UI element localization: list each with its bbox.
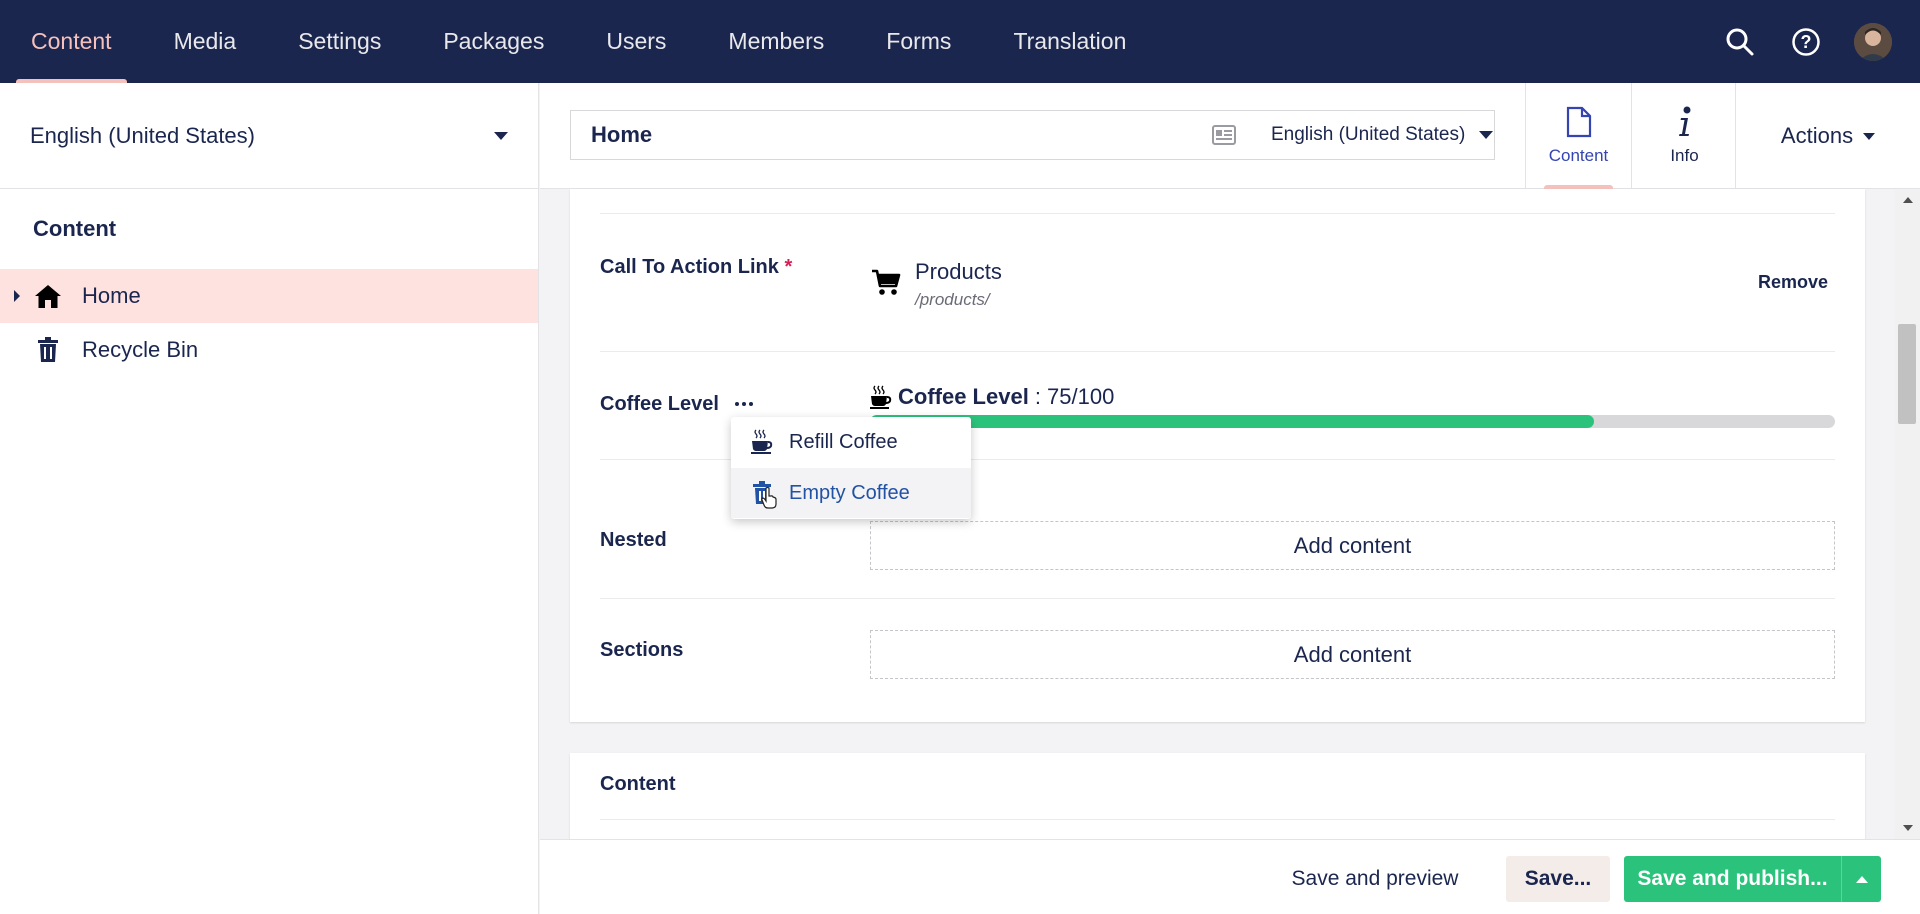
save-and-publish-button[interactable]: Save and publish... [1624, 856, 1841, 902]
nav-translation[interactable]: Translation [982, 0, 1157, 83]
coffee-level-title: Coffee Level [898, 384, 1029, 409]
variant-select[interactable]: English (United States) [1271, 111, 1494, 159]
actions-menu-button[interactable]: Actions [1735, 83, 1920, 189]
cart-icon [871, 269, 901, 302]
tree-item-label: Recycle Bin [82, 337, 199, 362]
coffee-cup-icon [749, 429, 775, 455]
property-label-sections: Sections [600, 639, 684, 661]
content-tree-sidebar: English (United States) Content Home Rec… [0, 83, 539, 914]
hand-cursor-icon [761, 486, 777, 515]
property-label-coffee-level: Coffee Level [600, 393, 719, 415]
chevron-down-icon [1479, 131, 1494, 139]
content-scrollbar[interactable] [1894, 189, 1920, 839]
nav-media[interactable]: Media [143, 0, 268, 83]
language-select-label: English (United States) [30, 122, 255, 148]
coffee-cup-icon [870, 385, 892, 409]
top-navigation: Content Media Settings Packages Users Me… [0, 0, 1920, 83]
info-icon [1678, 106, 1690, 136]
svg-text:?: ? [1801, 32, 1812, 52]
menu-item-empty-coffee[interactable]: Empty Coffee [731, 468, 971, 518]
tab-info-label: Info [1670, 146, 1699, 165]
nav-forms[interactable]: Forms [855, 0, 982, 83]
property-actions-dropdown: Refill Coffee Empty Coffee [731, 417, 971, 519]
user-avatar[interactable] [1854, 22, 1892, 61]
tree-item-home[interactable]: Home [0, 269, 538, 323]
nav-users[interactable]: Users [575, 0, 697, 83]
search-icon[interactable] [1722, 24, 1758, 60]
tab-content[interactable]: Content [1525, 83, 1631, 189]
expand-caret-icon[interactable] [14, 290, 20, 302]
top-icons: ? [1722, 0, 1892, 83]
divider [600, 598, 1835, 599]
dot [735, 402, 739, 406]
nav-content[interactable]: Content [0, 0, 143, 83]
menu-item-label: Refill Coffee [789, 430, 898, 453]
coffee-level-value: : 75/100 [1034, 384, 1115, 409]
publish-options-button[interactable] [1841, 856, 1881, 902]
group-title: Content [600, 773, 676, 795]
nested-add-content-button[interactable]: Add content [870, 521, 1835, 570]
dot [749, 402, 753, 406]
divider [600, 351, 1835, 352]
scroll-down-icon[interactable] [1903, 825, 1913, 831]
trash-icon [34, 336, 62, 364]
menu-item-refill-coffee[interactable]: Refill Coffee [731, 417, 971, 467]
node-name-box: English (United States) [570, 110, 1495, 160]
nav-packages[interactable]: Packages [412, 0, 575, 83]
remove-link-button[interactable]: Remove [1758, 272, 1828, 293]
menu-item-label: Empty Coffee [789, 481, 910, 504]
cta-label-text: Call To Action Link [600, 256, 779, 278]
required-mark: * [784, 256, 793, 278]
divider [600, 213, 1835, 214]
sections-add-content-button[interactable]: Add content [870, 630, 1835, 679]
tree-item-label: Home [82, 283, 141, 308]
chevron-down-icon [494, 131, 508, 140]
id-card-icon[interactable] [1212, 125, 1236, 150]
save-and-preview-button[interactable]: Save and preview [1280, 856, 1470, 902]
link-title[interactable]: Products [915, 259, 1002, 285]
tree-item-recycle-bin[interactable]: Recycle Bin [0, 323, 538, 377]
language-select[interactable]: English (United States) [0, 83, 538, 189]
divider [600, 819, 1835, 820]
scroll-up-icon[interactable] [1903, 197, 1913, 203]
tab-info[interactable]: Info [1631, 83, 1737, 189]
node-name-input[interactable] [589, 121, 1149, 149]
actions-label: Actions [1780, 123, 1854, 148]
chevron-up-icon [1855, 875, 1868, 883]
coffee-level-readout: Coffee Level: 75/100 [870, 384, 1114, 410]
dot [742, 402, 746, 406]
editor-header: English (United States) Content Info Act… [540, 83, 1920, 189]
coffee-level-progress [870, 415, 1835, 428]
link-url: /products/ [915, 290, 990, 309]
editor-footer: Save and preview Save... Save and publis… [540, 839, 1920, 914]
save-button[interactable]: Save... [1506, 856, 1610, 902]
tab-content-label: Content [1548, 146, 1609, 165]
scroll-thumb[interactable] [1898, 324, 1916, 424]
help-icon[interactable]: ? [1788, 24, 1824, 60]
content-group-panel: Content [570, 753, 1865, 839]
tree-section-title: Content [33, 216, 117, 241]
home-icon [34, 282, 62, 310]
nav-members[interactable]: Members [697, 0, 855, 83]
property-actions-button[interactable] [728, 392, 760, 416]
property-label-nested: Nested [600, 529, 667, 551]
chevron-down-icon [1863, 132, 1876, 140]
nav-settings[interactable]: Settings [267, 0, 412, 83]
property-label-call-to-action: Call To Action Link * [600, 256, 792, 279]
variant-select-label: English (United States) [1271, 124, 1466, 145]
coffee-level-progress-fill [870, 415, 1594, 428]
document-icon [1566, 106, 1591, 138]
